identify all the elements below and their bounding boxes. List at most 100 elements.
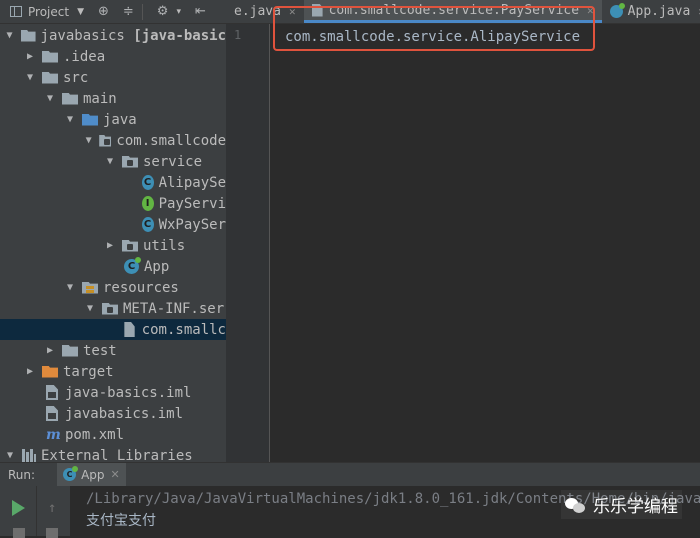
close-icon[interactable]: ✕ — [587, 4, 594, 17]
collapse-arrow-icon[interactable]: ▶ — [44, 345, 56, 356]
file-icon — [311, 3, 323, 17]
expand-arrow-icon[interactable]: ▼ — [84, 303, 96, 314]
folder-icon — [62, 92, 78, 105]
collapse-arrow-icon[interactable]: ▶ — [24, 366, 36, 377]
interface-icon: I — [141, 196, 154, 211]
tree-item-external-libraries[interactable]: ▼ External Libraries — [0, 445, 226, 462]
project-view-label[interactable]: Project — [28, 5, 69, 19]
tree-item-idea[interactable]: ▶ .idea — [0, 46, 226, 67]
tree-item-label: javabasics — [40, 27, 125, 44]
tab-label: e.java — [234, 4, 281, 19]
tree-item-label: App — [144, 258, 170, 275]
tree-item-label: resources — [103, 279, 179, 296]
rerun-play-icon[interactable] — [12, 500, 25, 516]
expand-arrow-icon[interactable]: ▼ — [64, 114, 76, 125]
source-folder-icon — [82, 113, 98, 126]
tree-item-payservice[interactable]: I PayServi — [0, 193, 226, 214]
tree-item-test[interactable]: ▶ test — [0, 340, 226, 361]
excluded-folder-icon — [42, 365, 58, 378]
file-icon — [124, 322, 135, 337]
stop-icon[interactable] — [13, 528, 25, 538]
module-folder-icon — [20, 29, 36, 42]
folder-icon — [62, 344, 78, 357]
tree-item-com-smallcode[interactable]: ▼ com.smallcode — [0, 130, 226, 151]
tree-item-wxpayservice[interactable]: C WxPaySer — [0, 214, 226, 235]
tree-item-label: pom.xml — [65, 426, 125, 443]
tree-item-java[interactable]: ▼ java — [0, 109, 226, 130]
run-tab-app[interactable]: C App ✕ — [57, 462, 126, 487]
tab-service[interactable]: e.java ✕ — [226, 0, 304, 23]
tree-item-label: src — [63, 69, 89, 86]
tree-item-meta-inf[interactable]: ▼ META-INF.ser — [0, 298, 226, 319]
close-icon[interactable]: ✕ — [111, 468, 120, 481]
chevron-down-icon[interactable]: ▼ — [77, 7, 84, 17]
scroll-down-icon[interactable] — [46, 528, 58, 538]
editor-tab-bar: e.java ✕ com.smallcode.service.PayServic… — [226, 0, 700, 24]
tree-item-app[interactable]: C App — [0, 256, 226, 277]
run-label: Run: — [8, 467, 36, 482]
resources-folder-icon — [82, 281, 98, 294]
tree-item-target[interactable]: ▶ target — [0, 361, 226, 382]
tree-item-label: java-basics.iml — [65, 384, 192, 401]
folder-icon — [42, 50, 58, 63]
expand-arrow-icon[interactable]: ▼ — [64, 282, 76, 293]
collapse-icon[interactable]: ≑ — [123, 4, 134, 19]
tree-item-javabasics-iml[interactable]: javabasics.iml — [0, 403, 226, 424]
tree-item-alipayservice[interactable]: C AlipaySe — [0, 172, 226, 193]
tree-item-service-file[interactable]: com.smallc — [0, 319, 226, 340]
target-icon[interactable]: ⊕ — [98, 4, 109, 19]
tab-label: com.smallcode.service.PayService — [328, 2, 580, 18]
scroll-up-icon[interactable]: ↑ — [48, 500, 56, 516]
expand-arrow-icon[interactable]: ▼ — [44, 93, 56, 104]
iml-file-icon — [46, 406, 58, 421]
expand-arrow-icon[interactable]: ▼ — [84, 135, 93, 146]
tree-item-pom-xml[interactable]: m pom.xml — [0, 424, 226, 445]
tree-item-javabasics[interactable]: ▼ javabasics [java-basic — [0, 25, 226, 46]
tab-payservice[interactable]: com.smallcode.service.PayService ✕ — [303, 0, 602, 23]
tree-item-label: utils — [143, 237, 186, 254]
tree-item-label: META-INF.ser — [123, 300, 225, 317]
collapse-arrow-icon[interactable]: ▶ — [104, 240, 116, 251]
hide-panel-icon[interactable]: ⇤ — [195, 4, 206, 19]
runnable-class-icon: C — [63, 466, 79, 481]
expand-arrow-icon[interactable]: ▼ — [24, 72, 36, 83]
tree-item-label: .idea — [63, 48, 106, 65]
close-icon[interactable]: ✕ — [289, 5, 296, 18]
gear-menu-chevron-icon[interactable]: ▾ — [176, 7, 181, 17]
package-icon — [122, 239, 138, 252]
tab-app-java[interactable]: App.java ✕ — [602, 0, 700, 23]
gear-icon[interactable]: ⚙ — [157, 4, 169, 19]
expand-arrow-icon[interactable]: ▼ — [4, 450, 16, 461]
tab-label: App.java — [627, 4, 691, 19]
libraries-icon — [22, 449, 36, 462]
package-icon — [102, 302, 118, 315]
class-icon: C — [141, 217, 154, 232]
run-toolbar-divider — [36, 486, 37, 536]
tree-item-label: com.smallc — [141, 321, 226, 338]
tree-item-label: javabasics.iml — [65, 405, 184, 422]
tree-item-label: External Libraries — [41, 447, 193, 463]
tree-item-utils[interactable]: ▶ utils — [0, 235, 226, 256]
console-output-line: 支付宝支付 — [86, 513, 156, 529]
tree-item-label: PayServi — [158, 195, 226, 212]
tree-item-main[interactable]: ▼ main — [0, 88, 226, 109]
package-icon — [99, 134, 112, 147]
maven-icon: m — [46, 426, 61, 443]
tree-item-label: com.smallcode — [116, 132, 226, 149]
tree-item-src[interactable]: ▼ src — [0, 67, 226, 88]
iml-file-icon — [46, 385, 58, 400]
code-editor[interactable]: com.smallcode.service.AlipayService — [271, 24, 700, 462]
collapse-arrow-icon[interactable]: ▶ — [24, 51, 36, 62]
tree-item-resources[interactable]: ▼ resources — [0, 277, 226, 298]
run-tab-label: App — [81, 467, 105, 482]
project-tree: ▼ javabasics [java-basic ▶ .idea ▼ src ▼… — [0, 24, 226, 462]
module-name-label: [java-basic — [133, 27, 226, 44]
watermark-text: 乐乐学编程 — [593, 497, 678, 517]
code-line[interactable]: com.smallcode.service.AlipayService — [285, 27, 580, 48]
tree-item-label: service — [143, 153, 203, 170]
expand-arrow-icon[interactable]: ▼ — [4, 30, 15, 41]
tree-item-service[interactable]: ▼ service — [0, 151, 226, 172]
toolbar-divider — [141, 3, 143, 20]
expand-arrow-icon[interactable]: ▼ — [104, 156, 116, 167]
tree-item-java-basics-iml[interactable]: java-basics.iml — [0, 382, 226, 403]
